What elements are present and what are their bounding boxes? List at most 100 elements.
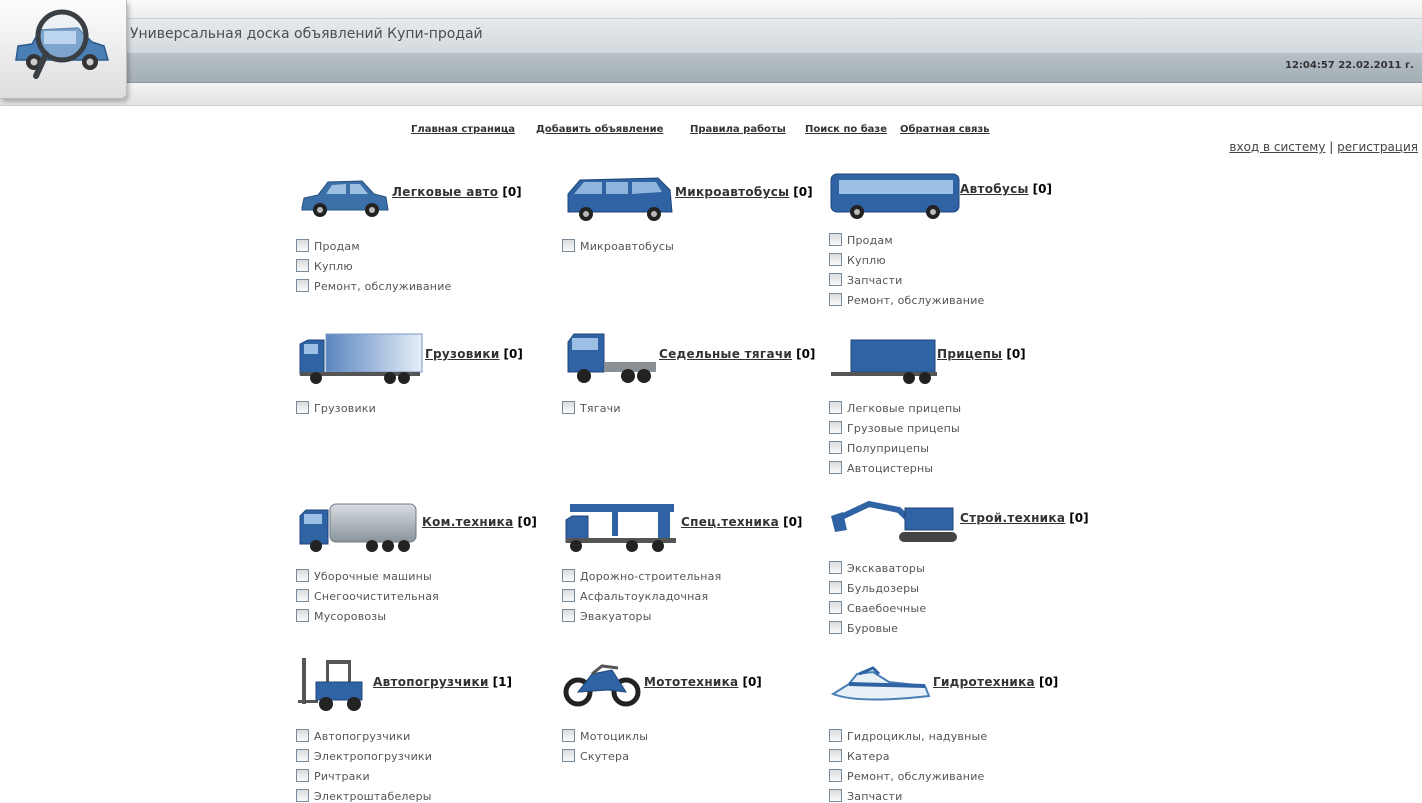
subcategory-item[interactable]: Гидроциклы, надувные [829, 729, 987, 743]
category-link[interactable]: Седельные тягачи [659, 347, 792, 361]
subcategory-item[interactable]: Автопогрузчики [296, 729, 411, 743]
subcategory-checkbox[interactable] [296, 749, 309, 762]
nav-feedback-link[interactable]: Обратная связь [900, 124, 990, 135]
nav-home-link[interactable]: Главная страница [411, 124, 515, 135]
subcategory-label: Асфальтоукладочная [580, 590, 709, 603]
category-link[interactable]: Автопогрузчики [373, 675, 489, 689]
subcategory-checkbox[interactable] [562, 729, 575, 742]
category-link[interactable]: Микроавтобусы [675, 185, 789, 199]
subcategory-item[interactable]: Легковые прицепы [829, 401, 962, 415]
subcategory-item[interactable]: Микроавтобусы [562, 239, 674, 253]
subcategory-item[interactable]: Экскаваторы [829, 561, 925, 575]
subcategory-checkbox[interactable] [296, 789, 309, 802]
subcategory-item[interactable]: Продам [829, 233, 893, 247]
nav-add-ad-link[interactable]: Добавить объявление [536, 124, 663, 135]
subcategory-checkbox[interactable] [562, 569, 575, 582]
subcategory-item[interactable]: Мотоциклы [562, 729, 648, 743]
subcategory-checkbox[interactable] [296, 589, 309, 602]
category-link[interactable]: Гидротехника [933, 675, 1035, 689]
subcategory-item[interactable]: Запчасти [829, 789, 903, 803]
nav-rules-link[interactable]: Правила работы [690, 124, 786, 135]
subcategory-item[interactable]: Куплю [296, 259, 353, 273]
category-link[interactable]: Автобусы [960, 182, 1029, 196]
category-link[interactable]: Мототехника [644, 675, 738, 689]
category-link[interactable]: Спец.техника [681, 515, 779, 529]
subcategory-checkbox[interactable] [829, 789, 842, 802]
subcategory-checkbox[interactable] [296, 401, 309, 414]
subcategory-checkbox[interactable] [829, 461, 842, 474]
subcategory-item[interactable]: Катера [829, 749, 890, 763]
subcategory-checkbox[interactable] [829, 401, 842, 414]
subcategory-item[interactable]: Ремонт, обслуживание [829, 769, 985, 783]
subcategory-checkbox[interactable] [829, 581, 842, 594]
subcategory-checkbox[interactable] [296, 259, 309, 272]
subcategory-item[interactable]: Дорожно-строительная [562, 569, 721, 583]
subcategory-item[interactable]: Бульдозеры [829, 581, 919, 595]
subcategory-item[interactable]: Электропогрузчики [296, 749, 432, 763]
subcategory-item[interactable]: Тягачи [562, 401, 621, 415]
subcategory-checkbox[interactable] [296, 279, 309, 292]
subcategory-checkbox[interactable] [296, 609, 309, 622]
subcategory-item[interactable]: Запчасти [829, 273, 902, 287]
subcategory-checkbox[interactable] [562, 401, 575, 414]
subcategory-item[interactable]: Автоцистерны [829, 461, 933, 475]
category-count: [0] [502, 185, 522, 199]
subcategory-label: Микроавтобусы [580, 240, 674, 253]
subcategory-item[interactable]: Куплю [829, 253, 886, 267]
subcategory-checkbox[interactable] [296, 569, 309, 582]
subcategory-label: Ремонт, обслуживание [847, 294, 985, 307]
category-link[interactable]: Легковые авто [392, 185, 498, 199]
subcategory-item[interactable]: Электроштабелеры [296, 789, 432, 803]
subcategory-item[interactable]: Уборочные машины [296, 569, 432, 583]
crane-truck-icon [565, 504, 676, 552]
subcategory-checkbox[interactable] [829, 293, 842, 306]
subcategory-checkbox[interactable] [829, 233, 842, 246]
subcategory-checkbox[interactable] [562, 239, 575, 252]
subcategory-checkbox[interactable] [829, 749, 842, 762]
subcategory-item[interactable]: Полуприцепы [829, 441, 929, 455]
subcategory-checkbox[interactable] [829, 273, 842, 286]
motorcycle-icon [563, 664, 641, 707]
category-count: [0] [1069, 511, 1089, 525]
subcategory-checkbox[interactable] [829, 621, 842, 634]
forklift-icon [298, 658, 363, 711]
subcategory-item[interactable]: Эвакуаторы [562, 609, 652, 623]
subcategory-item[interactable]: Сваебоечные [829, 601, 926, 615]
subcategory-item[interactable]: Мусоровозы [296, 609, 386, 623]
subcategory-checkbox[interactable] [296, 239, 309, 252]
subcategory-item[interactable]: Ремонт, обслуживание [296, 279, 452, 293]
subcategory-label: Запчасти [847, 790, 903, 803]
subcategory-checkbox[interactable] [562, 589, 575, 602]
subcategory-checkbox[interactable] [829, 421, 842, 434]
register-link[interactable]: регистрация [1337, 140, 1418, 154]
site-header: Универсальная доска объявлений Купи-прод… [0, 0, 1422, 106]
category-link[interactable]: Грузовики [425, 347, 500, 361]
nav-search-link[interactable]: Поиск по базе [805, 124, 887, 135]
login-link[interactable]: вход в систему [1229, 140, 1325, 154]
subcategory-checkbox[interactable] [296, 769, 309, 782]
subcategory-checkbox[interactable] [296, 729, 309, 742]
subcategory-item[interactable]: Скутера [562, 749, 629, 763]
subcategory-checkbox[interactable] [829, 601, 842, 614]
subcategory-item[interactable]: Буровые [829, 621, 898, 635]
subcategory-item[interactable]: Грузовые прицепы [829, 421, 960, 435]
subcategory-checkbox[interactable] [562, 609, 575, 622]
subcategory-item[interactable]: Снегоочистительная [296, 589, 439, 603]
category-link[interactable]: Строй.техника [960, 511, 1065, 525]
subcategory-label: Автопогрузчики [314, 730, 411, 743]
subcategory-checkbox[interactable] [829, 441, 842, 454]
subcategory-checkbox[interactable] [829, 561, 842, 574]
subcategory-item[interactable]: Продам [296, 239, 360, 253]
subcategory-item[interactable]: Ремонт, обслуживание [829, 293, 985, 307]
category-link[interactable]: Ком.техника [422, 515, 514, 529]
subcategory-item[interactable]: Ричтраки [296, 769, 370, 783]
subcategory-item[interactable]: Грузовики [296, 401, 376, 415]
subcategory-checkbox[interactable] [829, 253, 842, 266]
subcategory-checkbox[interactable] [829, 729, 842, 742]
subcategory-label: Легковые прицепы [847, 402, 962, 415]
category-link[interactable]: Прицепы [937, 347, 1002, 361]
site-logo[interactable] [0, 0, 127, 99]
subcategory-item[interactable]: Асфальтоукладочная [562, 589, 709, 603]
subcategory-checkbox[interactable] [829, 769, 842, 782]
subcategory-checkbox[interactable] [562, 749, 575, 762]
